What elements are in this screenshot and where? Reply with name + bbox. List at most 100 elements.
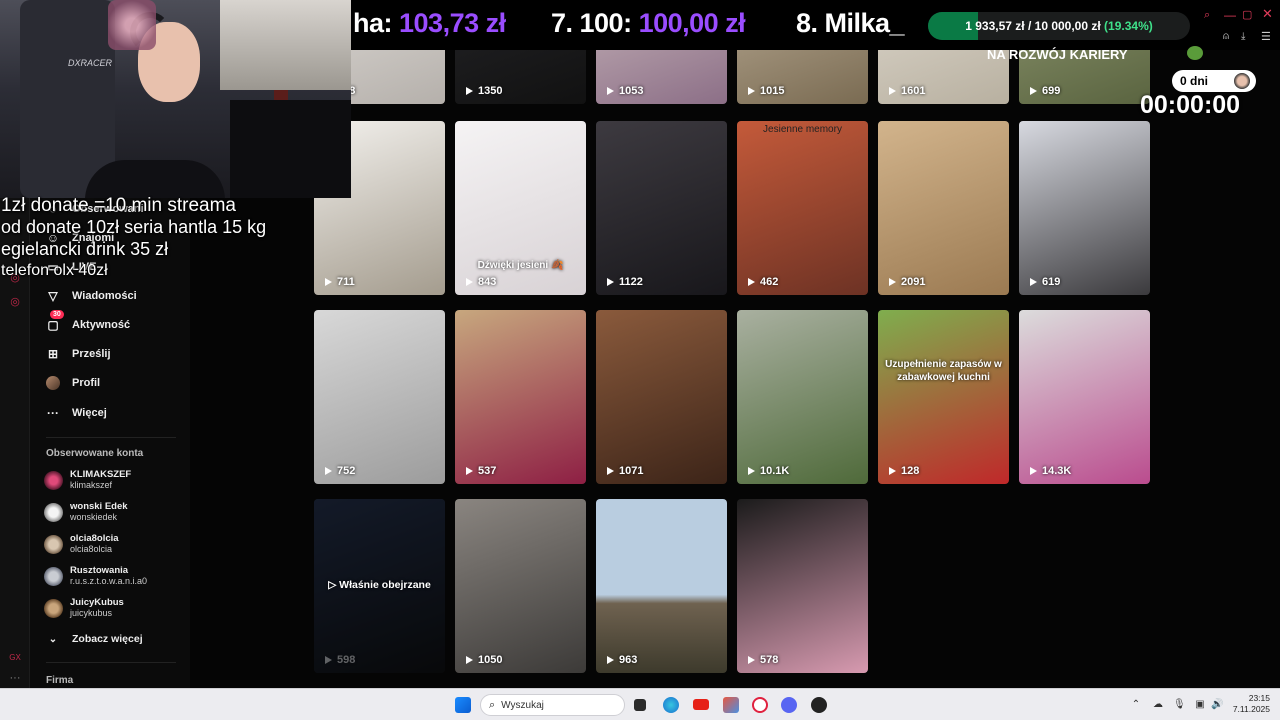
play-icon xyxy=(607,656,614,664)
menu-icon[interactable]: ☰ xyxy=(1261,30,1271,43)
activity-icon: ▢ 30 xyxy=(46,310,64,332)
nav-activity[interactable]: ▢ 30 Aktywność xyxy=(46,310,130,332)
edge-icon[interactable] xyxy=(663,697,679,713)
snipping-tool-icon[interactable] xyxy=(723,697,739,713)
clock[interactable]: 23:15 7.11.2025 xyxy=(1230,693,1270,715)
messages-icon: ▽ xyxy=(48,289,58,303)
play-icon xyxy=(607,278,614,286)
nav-more[interactable]: ··· Więcej xyxy=(46,406,107,420)
play-icon xyxy=(748,467,755,475)
pepe-emote xyxy=(1187,46,1203,60)
video-tile[interactable]: 2091 xyxy=(878,121,1009,295)
more-icon: ··· xyxy=(47,406,59,420)
volume-icon[interactable]: 🔊 xyxy=(1211,699,1223,711)
play-icon xyxy=(607,87,614,95)
video-tile[interactable]: 752 xyxy=(314,310,445,484)
followed-accounts-title: Obserwowane konta xyxy=(46,448,144,459)
network-icon[interactable]: ▣ xyxy=(1194,699,1206,711)
play-icon xyxy=(1030,467,1037,475)
sidebar-divider xyxy=(46,437,176,438)
account-icon[interactable]: ⍝ xyxy=(1223,31,1229,42)
instagram-icon[interactable]: ◎ xyxy=(9,296,21,308)
play-icon xyxy=(325,656,332,664)
microphone-icon[interactable]: 🎙 xyxy=(1173,699,1186,711)
more-dots-icon[interactable]: ··· xyxy=(9,672,21,684)
video-caption: Dźwięki jesieni 🍂 xyxy=(477,260,564,271)
view-count: 711 xyxy=(325,276,355,288)
video-tile[interactable]: 14.3K xyxy=(1019,310,1150,484)
video-tile[interactable]: 619 xyxy=(1019,121,1150,295)
play-icon xyxy=(889,467,896,475)
video-tile[interactable]: 578 xyxy=(737,499,868,673)
overlay-line: od donate 10zł seria hantla 15 kg xyxy=(1,217,267,237)
sidebar-divider xyxy=(46,662,176,663)
just-watched-label: ▷ Właśnie obejrzane xyxy=(328,579,431,591)
view-count: 462 xyxy=(748,276,778,288)
onedrive-icon[interactable]: ☁ xyxy=(1152,699,1164,711)
view-count: 1601 xyxy=(889,85,925,97)
view-count: 619 xyxy=(1030,276,1060,288)
screen: ◎ ◎ GX ··· ◌ Obserwowani ☺ Znajomi ▭ LIV… xyxy=(0,0,1280,720)
background-wall xyxy=(220,0,351,90)
followed-account[interactable]: Rusztowania r.u.s.z.t.o.w.a.n.i.a0 xyxy=(44,565,147,587)
video-tile[interactable]: Dźwięki jesieni 🍂 843 xyxy=(455,121,586,295)
video-tile[interactable]: 1071 xyxy=(596,310,727,484)
start-icon[interactable] xyxy=(455,697,471,713)
plush-toys xyxy=(108,0,156,50)
discord-icon[interactable] xyxy=(781,697,797,713)
nav-messages[interactable]: ▽ Wiadomości xyxy=(46,289,136,303)
video-caption: Uzupełnienie zapasów w zabawkowej kuchni xyxy=(885,359,1002,383)
video-tile[interactable]: Uzupełnienie zapasów w zabawkowej kuchni… xyxy=(878,310,1009,484)
minimize-icon[interactable]: — xyxy=(1224,8,1236,22)
play-icon xyxy=(607,467,614,475)
maximize-icon[interactable]: ▢ xyxy=(1242,8,1252,21)
followed-account[interactable]: JuicyKubus juicykubus xyxy=(44,597,124,619)
taskbar-search[interactable]: ⌕ Wyszukaj xyxy=(480,694,625,716)
stream-timer: 00:00:00 xyxy=(1140,91,1241,119)
account-avatar xyxy=(44,598,63,618)
opera-gx-icon[interactable] xyxy=(752,697,768,713)
followed-account[interactable]: olcia8olcia olcia8olcia xyxy=(44,533,119,555)
video-tile[interactable]: Jesienne memory 462 xyxy=(737,121,868,295)
view-count: 1050 xyxy=(466,654,502,666)
task-view-icon[interactable] xyxy=(634,699,646,711)
close-icon[interactable]: ✕ xyxy=(1262,6,1273,22)
company-link[interactable]: Firma xyxy=(46,675,73,686)
tray-chevron-icon[interactable]: ⌃ xyxy=(1130,699,1142,711)
download-icon[interactable]: ⤓ xyxy=(1241,31,1245,42)
play-icon xyxy=(325,467,332,475)
view-count: 10.1K xyxy=(748,465,789,477)
play-icon xyxy=(748,656,755,664)
search-icon[interactable]: ⌕ xyxy=(1204,9,1210,22)
video-tile[interactable]: 10.1K xyxy=(737,310,868,484)
view-count: 1053 xyxy=(607,85,643,97)
play-icon xyxy=(325,278,332,286)
profile-avatar xyxy=(46,376,60,390)
video-caption: Jesienne memory xyxy=(763,124,842,135)
goal-text: 1 933,57 zł / 10 000,00 zł (19.34%) xyxy=(965,19,1153,33)
play-icon xyxy=(1030,278,1037,286)
see-more-button[interactable]: ⌄ Zobacz więcej xyxy=(46,632,143,646)
play-icon xyxy=(466,87,473,95)
play-icon xyxy=(466,656,473,664)
followed-account[interactable]: KLIMAKSZEF klimakszef xyxy=(44,469,131,491)
video-tile[interactable]: ▷ Właśnie obejrzane 598 xyxy=(314,499,445,673)
nav-profile[interactable]: Profil xyxy=(46,376,100,390)
donation-ticker-1: ha: 103,73 zł xyxy=(353,8,506,38)
youtube-icon[interactable] xyxy=(693,699,709,710)
video-tile[interactable]: 537 xyxy=(455,310,586,484)
webcam-overlay: DXRACER xyxy=(0,0,351,198)
view-count: 1122 xyxy=(607,276,643,288)
obs-icon[interactable] xyxy=(811,697,827,713)
donation-goal-bar: 1 933,57 zł / 10 000,00 zł (19.34%) xyxy=(928,12,1190,40)
video-tile[interactable]: 1050 xyxy=(455,499,586,673)
play-icon xyxy=(889,87,896,95)
video-tile[interactable]: 963 xyxy=(596,499,727,673)
view-count: 1071 xyxy=(607,465,643,477)
streamer-body xyxy=(85,160,225,198)
overlay-line: telefon olx 40zł xyxy=(1,262,108,279)
video-tile[interactable]: 1122 xyxy=(596,121,727,295)
nav-upload[interactable]: ⊞ Prześlij xyxy=(46,347,111,361)
gx-icon[interactable]: GX xyxy=(9,652,21,664)
followed-account[interactable]: wonski Edek wonskiedek xyxy=(44,501,128,523)
